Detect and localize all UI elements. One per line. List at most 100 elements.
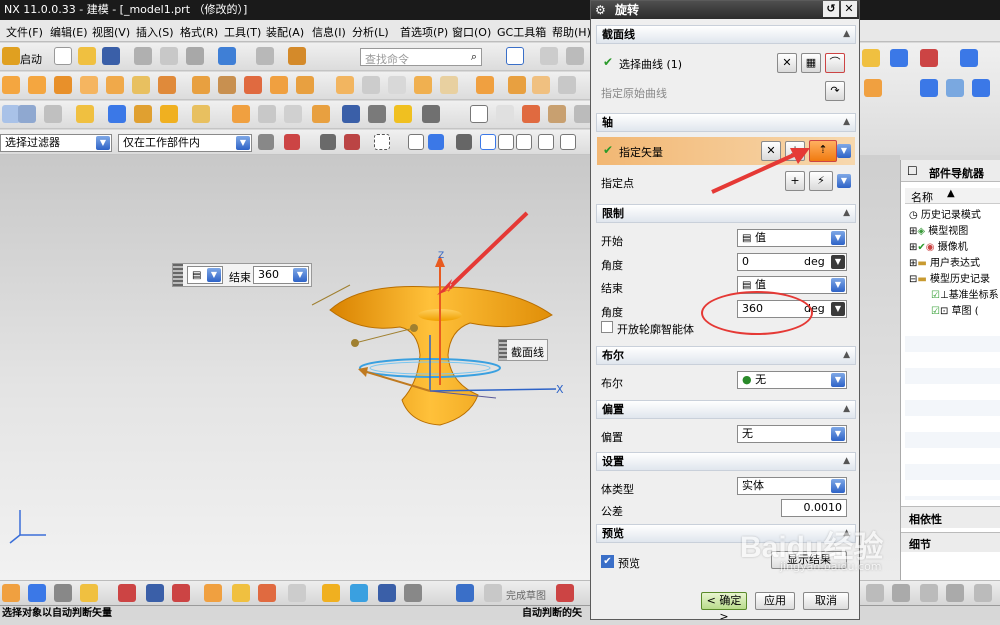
finish-sketch-flag-icon[interactable]	[456, 584, 474, 602]
quick-trim-icon[interactable]	[866, 584, 884, 602]
datum-axis-icon[interactable]	[18, 105, 36, 123]
body-type-select[interactable]: 实体 ▼	[737, 477, 847, 495]
start-angle-input[interactable]: 0 deg ▼	[737, 253, 847, 271]
datum-csys-icon[interactable]	[44, 105, 62, 123]
end-point-icon[interactable]	[498, 134, 514, 150]
nav-item-cameras[interactable]: ⊞✔◉ 摄像机	[909, 238, 968, 253]
relations-icon[interactable]	[378, 584, 396, 602]
cancel-button[interactable]: 取消	[803, 592, 849, 610]
menu-insert[interactable]: 插入(S)	[136, 24, 174, 40]
view-front-icon[interactable]	[972, 79, 990, 97]
extend-icon[interactable]	[172, 584, 190, 602]
axis-header[interactable]: 轴 ▲	[596, 113, 856, 132]
draft-analysis-icon[interactable]	[864, 79, 882, 97]
intersection-icon[interactable]	[350, 584, 368, 602]
save-icon[interactable]	[102, 47, 120, 65]
intersect-icon[interactable]	[296, 76, 314, 94]
fit-view-icon[interactable]	[506, 47, 524, 65]
ruled-icon[interactable]	[258, 105, 276, 123]
unite-icon[interactable]	[244, 76, 262, 94]
shell-icon[interactable]	[388, 76, 406, 94]
delete-face-icon[interactable]	[558, 76, 576, 94]
limits-header[interactable]: 限制 ▲	[596, 204, 856, 223]
menu-file[interactable]: 文件(F)	[6, 24, 43, 40]
trim-body-icon[interactable]	[440, 76, 458, 94]
menu-assembly[interactable]: 装配(A)	[266, 24, 304, 40]
profile-icon[interactable]	[556, 584, 574, 602]
corner-icon[interactable]	[920, 584, 938, 602]
section-analysis-icon[interactable]	[960, 49, 978, 67]
graphics-window[interactable]: ▤ ▼ 结束 360 ▼ X Z 截面线	[0, 155, 590, 580]
arc-center-icon[interactable]	[538, 134, 554, 150]
chamfer-curve-icon[interactable]	[974, 584, 992, 602]
draft-icon[interactable]	[414, 76, 432, 94]
general-selection-icon[interactable]	[258, 134, 274, 150]
view-orient-icon[interactable]	[404, 584, 422, 602]
cut-icon[interactable]	[134, 47, 152, 65]
layer-icon[interactable]	[394, 105, 412, 123]
menu-help[interactable]: 帮助(H)	[552, 24, 591, 40]
quick-extend-icon[interactable]	[892, 584, 910, 602]
pan-icon[interactable]	[566, 47, 584, 65]
command-finder-icon[interactable]	[288, 47, 306, 65]
menu-window[interactable]: 窗口(O)	[452, 24, 491, 40]
through-curves-icon[interactable]	[232, 105, 250, 123]
pattern-icon[interactable]	[192, 76, 210, 94]
settings-header[interactable]: 设置 ▲	[596, 452, 856, 471]
menu-view[interactable]: 视图(V)	[92, 24, 130, 40]
selection-intent-icon[interactable]	[320, 134, 336, 150]
offset-header[interactable]: 偏置 ▲	[596, 400, 856, 419]
dimension-icon[interactable]	[80, 584, 98, 602]
snap-point-icon[interactable]	[480, 134, 496, 150]
swept-icon[interactable]	[284, 105, 302, 123]
quadrant-icon[interactable]	[560, 134, 576, 150]
reset-icon[interactable]: ↺	[823, 1, 839, 17]
boss-icon[interactable]	[132, 76, 150, 94]
menu-analysis[interactable]: 分析(L)	[352, 24, 389, 40]
view-cube-icon[interactable]	[920, 79, 938, 97]
curve-rule-icon[interactable]: ▦	[801, 53, 821, 73]
ok-button[interactable]: < 确定 >	[701, 592, 747, 623]
dialog-title-bar[interactable]: ⚙ 旋转 ↺ ✕	[591, 1, 859, 19]
copy-icon[interactable]	[160, 47, 178, 65]
project-curve-icon[interactable]	[258, 584, 276, 602]
edge-blend-icon[interactable]	[336, 76, 354, 94]
chamfer-icon[interactable]	[362, 76, 380, 94]
table-icon[interactable]	[496, 105, 514, 123]
replace-face-icon[interactable]	[508, 76, 526, 94]
pocket-icon[interactable]	[158, 76, 176, 94]
constraint-icon[interactable]	[54, 584, 72, 602]
open-profile-checkbox[interactable]	[601, 321, 613, 333]
zoom-icon[interactable]	[540, 47, 558, 65]
mirror-icon[interactable]	[218, 76, 236, 94]
apply-button[interactable]: 应用	[755, 592, 795, 610]
grid-icon[interactable]	[548, 105, 566, 123]
boolean-select[interactable]: ● 无 ▼	[737, 371, 847, 389]
block-icon[interactable]	[80, 76, 98, 94]
nav-item-datum-csys[interactable]: ☑⊥基准坐标系	[931, 286, 999, 301]
origin-curve-icon[interactable]: ↷	[825, 81, 845, 101]
arrow-right-icon[interactable]	[456, 134, 472, 150]
mid-point-icon[interactable]	[516, 134, 532, 150]
edit-parameter-icon[interactable]	[368, 105, 386, 123]
analysis-icon[interactable]	[862, 49, 880, 67]
stop-at-intersection-icon[interactable]	[344, 134, 360, 150]
offset-select[interactable]: 无 ▼	[737, 425, 847, 443]
revolve-icon[interactable]	[54, 76, 72, 94]
spline-icon[interactable]	[134, 105, 152, 123]
section-curve-tag[interactable]: 截面线	[498, 339, 548, 361]
start-icon[interactable]	[2, 47, 20, 65]
subtract-icon[interactable]	[270, 76, 288, 94]
start-button[interactable]: 启动	[20, 51, 42, 67]
menu-gc-toolbox[interactable]: GC工具箱	[497, 24, 546, 40]
move-face-icon[interactable]	[532, 76, 550, 94]
menu-format[interactable]: 格式(R)	[180, 24, 218, 40]
nav-item-user-expressions[interactable]: ⊞▬ 用户表达式	[909, 254, 980, 269]
pattern-curve-icon[interactable]	[288, 584, 306, 602]
nav-item-history-mode[interactable]: ◷ 历史记录模式	[909, 206, 981, 221]
close-icon[interactable]: ✕	[841, 1, 857, 17]
preview-checkbox[interactable]: ✔	[601, 555, 614, 568]
redo-icon[interactable]	[256, 47, 274, 65]
chevron-down-icon[interactable]: ▼	[837, 144, 851, 158]
undo-icon[interactable]	[218, 47, 236, 65]
